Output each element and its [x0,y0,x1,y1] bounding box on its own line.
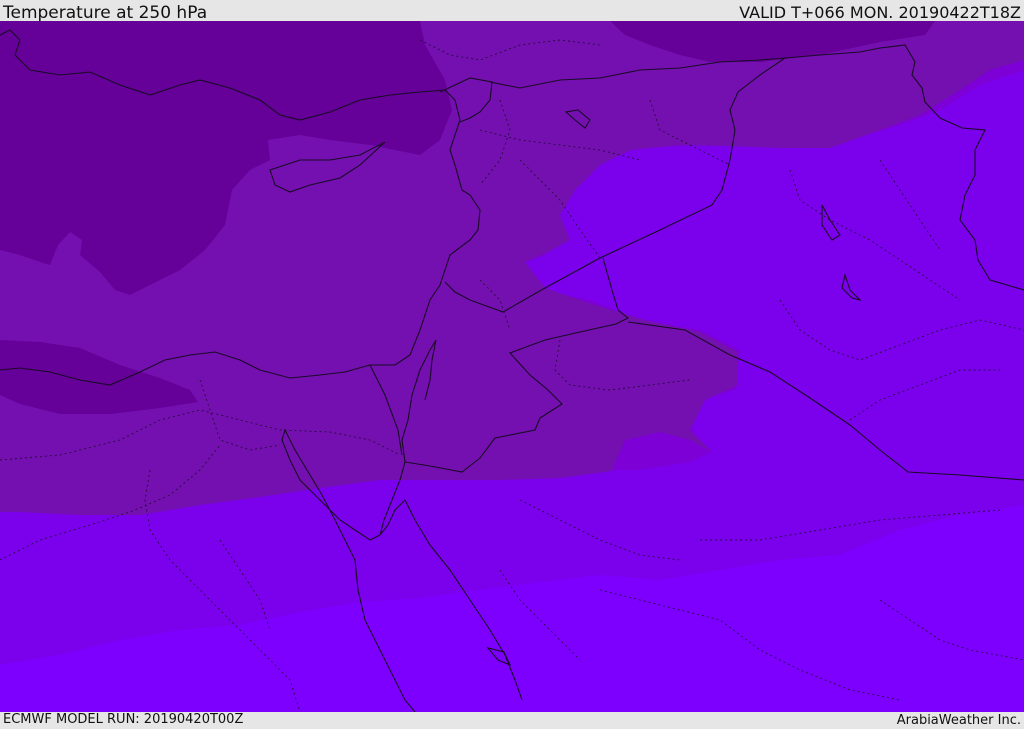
header-bar: Temperature at 250 hPa VALID T+066 MON. … [0,0,1024,23]
map-svg [0,21,1024,712]
temperature-map[interactable] [0,21,1024,712]
map-title: Temperature at 250 hPa [3,3,208,23]
model-run: ECMWF MODEL RUN: 20190420T00Z [3,712,244,727]
credit: ArabiaWeather Inc. [896,713,1021,728]
footer-bar: ECMWF MODEL RUN: 20190420T00Z ArabiaWeat… [0,712,1024,729]
valid-time: VALID T+066 MON. 20190422T18Z [739,3,1021,22]
